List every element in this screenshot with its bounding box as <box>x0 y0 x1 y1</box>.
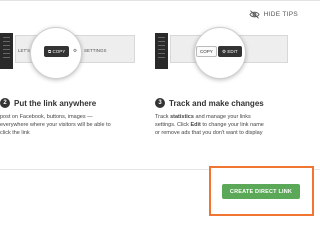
step-title-text: Track and make changes <box>169 98 264 108</box>
desc-line: or remove ads that you don't want to dis… <box>155 130 263 137</box>
step-description: Track statistics and manage your links s… <box>155 113 315 138</box>
step-title-text: Put the link anywhere <box>14 98 97 108</box>
step-title: 2 Put the link anywhere <box>0 98 150 108</box>
tips-page: HIDE TIPS LET'S ⧉ COPY ⚙ SETTINGS COPY ⚙… <box>0 0 320 240</box>
desc-line: Track statistics and manage your links <box>155 114 251 120</box>
step-put-link: 2 Put the link anywhere post on Facebook… <box>0 98 150 138</box>
step-title: 3 Track and make changes <box>155 98 315 108</box>
create-direct-link-button[interactable]: CREATE DIRECT LINK <box>222 184 300 199</box>
eye-off-icon <box>249 10 260 19</box>
copy-button-mockup: ⧉ COPY <box>44 46 70 57</box>
gear-icon: ⚙ <box>222 49 227 54</box>
gear-icon: ⚙ <box>73 48 78 53</box>
copy-button-mockup: COPY <box>196 46 217 57</box>
step-description: post on Facebook, buttons, images — ever… <box>0 113 150 138</box>
edit-button-mockup: ⚙ EDIT <box>218 46 242 57</box>
desc-line: everywhere where your visitors will be a… <box>0 122 111 129</box>
illustration-put-link: LET'S ⧉ COPY ⚙ SETTINGS <box>0 25 140 79</box>
sidebar-mockup <box>0 33 13 69</box>
desc-line: post on Facebook, buttons, images — <box>0 114 93 120</box>
step-number: 2 <box>0 98 10 108</box>
copy-label: COPY <box>52 49 66 54</box>
illustration-track: COPY ⚙ EDIT <box>148 25 288 79</box>
desc-line: click the link <box>0 130 30 137</box>
top-border <box>0 0 320 1</box>
hide-tips-label: HIDE TIPS <box>263 11 298 18</box>
mockup-label: LET'S <box>18 48 31 53</box>
copy-icon: ⧉ <box>48 49 52 54</box>
hide-tips-toggle[interactable]: HIDE TIPS <box>249 10 298 19</box>
step-number: 3 <box>155 98 165 108</box>
mockup-label-settings: SETTINGS <box>84 48 107 53</box>
desc-line: settings. Click Edit to change your link… <box>155 122 264 129</box>
step-track: 3 Track and make changes Track statistic… <box>155 98 315 138</box>
sidebar-mockup <box>155 33 168 69</box>
edit-label: EDIT <box>227 49 238 54</box>
